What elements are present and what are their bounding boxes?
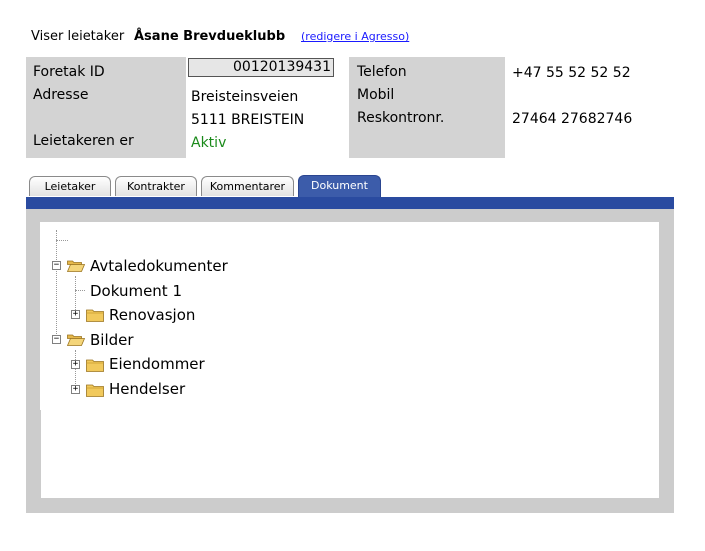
status-value: Aktiv — [191, 135, 227, 151]
expand-plus-icon[interactable]: + — [71, 360, 80, 369]
edit-in-agresso-link[interactable]: (redigere i Agresso) — [301, 30, 409, 43]
tree-item-eiendommer[interactable]: Eiendommer — [109, 355, 205, 373]
tree-item-dokument-1[interactable]: Dokument 1 — [90, 282, 182, 300]
company-id-field: 00120139431 — [188, 58, 334, 77]
tree-item-avtaledokumenter[interactable]: Avtaledokumenter — [90, 257, 228, 275]
mobile-label: Mobil — [357, 87, 395, 103]
phone-label: Telefon — [357, 64, 407, 80]
collapse-minus-icon[interactable]: − — [52, 261, 61, 270]
tab-dokument[interactable]: Dokument — [298, 175, 381, 197]
folder-open-icon — [67, 260, 85, 272]
folder-icon — [86, 309, 104, 322]
status-label: Leietakeren er — [33, 133, 134, 149]
tree-root-line — [56, 230, 57, 338]
tab-leietaker[interactable]: Leietaker — [29, 176, 111, 196]
expand-plus-icon[interactable]: + — [71, 385, 80, 394]
tab-kommentarer[interactable]: Kommentarer — [201, 176, 294, 196]
tree-item-hendelser[interactable]: Hendelser — [109, 380, 185, 398]
folder-open-icon — [67, 334, 85, 346]
folder-icon — [86, 384, 104, 397]
tree-branch-stub-1 — [75, 290, 85, 291]
folder-icon — [86, 359, 104, 372]
address-line-2: 5111 BREISTEIN — [191, 112, 305, 128]
header-label: Viser leietaker — [31, 29, 125, 44]
address-label: Adresse — [33, 87, 89, 103]
tree-item-bilder[interactable]: Bilder — [90, 331, 134, 349]
account-number-value: 27464 27682746 — [512, 111, 633, 127]
tree-root-stub — [56, 240, 68, 241]
tab-kontrakter[interactable]: Kontrakter — [115, 176, 197, 196]
expand-plus-icon[interactable]: + — [71, 310, 80, 319]
panel-edge — [38, 410, 41, 498]
phone-value: +47 55 52 52 52 — [512, 65, 631, 81]
tab-strip — [26, 197, 674, 209]
tree-item-renovasjon[interactable]: Renovasjon — [109, 306, 195, 324]
address-line-1: Breisteinsveien — [191, 89, 299, 105]
collapse-minus-icon[interactable]: − — [52, 335, 61, 344]
tenant-name: Åsane Brevdueklubb — [134, 29, 286, 44]
company-id-label: Foretak ID — [33, 64, 105, 80]
account-number-label: Reskontronr. — [357, 110, 445, 126]
